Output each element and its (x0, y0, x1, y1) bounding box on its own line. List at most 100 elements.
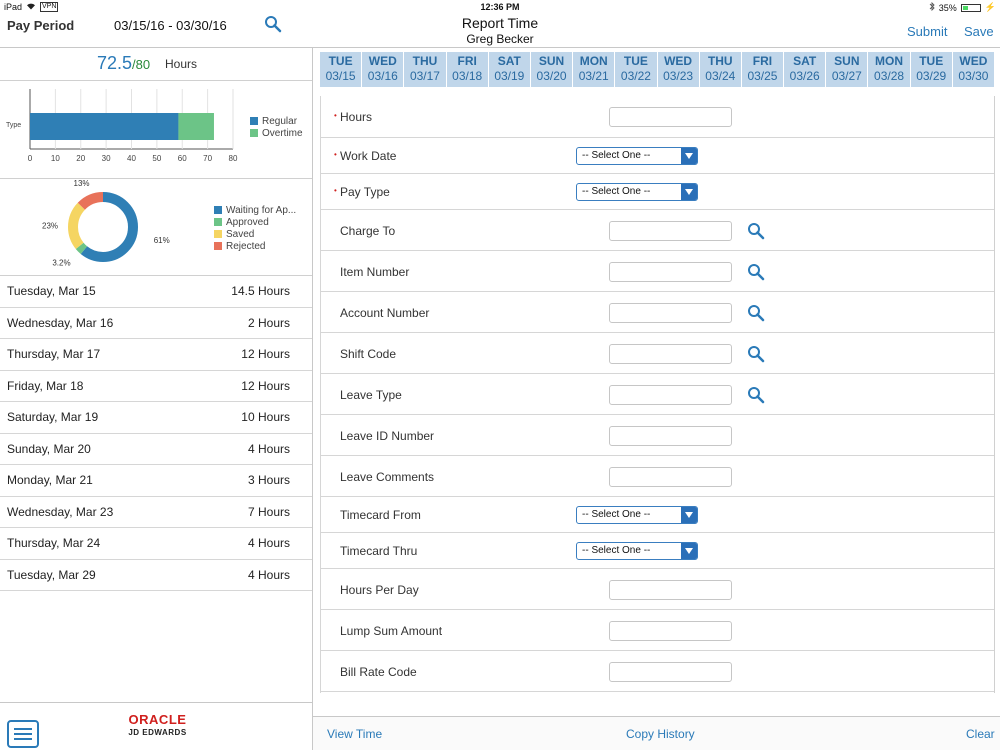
legend-swatch (250, 129, 258, 137)
timecard-thru-select[interactable]: -- Select One -- (576, 542, 698, 560)
day-hours: 2 Hours (247, 315, 290, 330)
leave-type-input[interactable] (609, 384, 732, 405)
clear-button[interactable]: Clear (966, 727, 995, 741)
day-name: Saturday, Mar 19 (7, 410, 99, 424)
search-icon[interactable] (747, 304, 765, 322)
x-tick-label: 10 (51, 154, 60, 163)
day-row[interactable]: Thursday, Mar 17 12 Hours (0, 339, 312, 371)
leave-comments-label: Leave Comments (340, 469, 435, 484)
date-cell-weekday: MON (875, 54, 904, 68)
day-name: Tuesday, Mar 15 (7, 284, 96, 298)
hours-input[interactable] (609, 107, 732, 127)
bar-regular (30, 113, 179, 140)
date-cell[interactable]: SAT 03/19 (488, 52, 530, 87)
bill-rate-code-input[interactable] (609, 661, 732, 682)
date-cell-weekday: FRI (752, 54, 773, 68)
page-title: Report Time (461, 15, 539, 31)
required-marker: • (334, 111, 337, 120)
date-cell[interactable]: THU 03/17 (404, 52, 446, 87)
day-row[interactable]: Tuesday, Mar 29 4 Hours (0, 560, 312, 591)
battery-percent: 35% (938, 2, 957, 13)
legend-swatch (214, 230, 222, 238)
day-row[interactable]: Monday, Mar 21 3 Hours (0, 465, 312, 497)
search-icon[interactable] (747, 345, 765, 363)
search-icon[interactable] (264, 15, 282, 33)
save-button[interactable]: Save (964, 24, 994, 39)
shift-code-label: Shift Code (340, 346, 397, 361)
day-row[interactable]: Friday, Mar 18 12 Hours (0, 371, 312, 402)
shift-code-input[interactable] (609, 343, 732, 364)
submit-button[interactable]: Submit (907, 24, 947, 39)
date-cell-weekday: WED (959, 54, 988, 68)
charge-to-input[interactable] (609, 220, 732, 241)
date-cell[interactable]: TUE 03/22 (615, 52, 657, 87)
date-cell[interactable]: TUE 03/29 (910, 52, 952, 87)
day-row[interactable]: Wednesday, Mar 23 7 Hours (0, 497, 312, 528)
date-cell[interactable]: WED 03/30 (952, 52, 994, 87)
timecard-from-select[interactable]: -- Select One -- (576, 506, 698, 524)
day-row[interactable]: Sunday, Mar 20 4 Hours (0, 434, 312, 465)
date-cell[interactable]: FRI 03/25 (741, 52, 784, 87)
hours-per-day-input[interactable] (609, 579, 732, 600)
status-bar: iPad VPN 12:36 PM 35% ⚡ (0, 0, 1000, 14)
leave-type-label: Leave Type (340, 387, 402, 402)
view-time-button[interactable]: View Time (327, 727, 382, 741)
item-number-input[interactable] (609, 261, 732, 282)
legend-label: Approved (226, 216, 269, 228)
employee-name: Greg Becker (466, 32, 534, 46)
date-cell[interactable]: WED 03/23 (657, 52, 699, 87)
form-row-item-number: Item Number (321, 251, 995, 292)
date-cell-date: 03/15 (325, 69, 356, 83)
leave-id-number-input[interactable] (609, 425, 732, 446)
form-row-bill-rate-code: Bill Rate Code (321, 651, 995, 692)
date-cell[interactable]: MON 03/21 (573, 52, 615, 87)
date-cell-weekday: THU (707, 54, 733, 68)
day-row[interactable]: Thursday, Mar 24 4 Hours (0, 528, 312, 560)
search-icon[interactable] (747, 263, 765, 281)
date-cell[interactable]: THU 03/24 (699, 52, 741, 87)
copy-history-button[interactable]: Copy History (626, 727, 695, 741)
x-tick-label: 40 (127, 154, 136, 163)
lump-sum-amount-input[interactable] (609, 620, 732, 641)
legend-label: Overtime (262, 127, 303, 139)
select-value: -- Select One -- (582, 509, 651, 520)
date-cell-date: 03/17 (409, 69, 440, 83)
menu-icon[interactable] (7, 720, 39, 748)
date-cell[interactable]: FRI 03/18 (446, 52, 488, 87)
form-row-timecard-thru: Timecard Thru -- Select One -- (321, 533, 995, 569)
search-icon[interactable] (747, 386, 765, 404)
date-cell[interactable]: TUE 03/15 (320, 52, 362, 87)
day-row[interactable]: Tuesday, Mar 15 14.5 Hours (0, 276, 312, 308)
x-tick-label: 70 (203, 154, 212, 163)
pay-type-select[interactable]: -- Select One -- (576, 183, 698, 201)
date-cell[interactable]: SUN 03/20 (530, 52, 573, 87)
search-icon[interactable] (747, 222, 765, 240)
day-row[interactable]: Saturday, Mar 19 10 Hours (0, 402, 312, 434)
item-number-label: Item Number (340, 264, 410, 279)
legend-item: Overtime (250, 127, 303, 139)
date-cell-date: 03/16 (367, 69, 398, 83)
form-row-shift-code: Shift Code (321, 333, 995, 374)
day-row[interactable]: Wednesday, Mar 16 2 Hours (0, 308, 312, 339)
y-category-label: Type (6, 122, 21, 129)
date-cell-date: 03/20 (536, 69, 567, 83)
date-cell[interactable]: SAT 03/26 (784, 52, 826, 87)
required-marker: • (334, 186, 337, 195)
date-cell-date: 03/23 (663, 69, 694, 83)
legend-label: Saved (226, 228, 255, 240)
legend-swatch (250, 117, 258, 125)
form-row-leave-comments: Leave Comments (321, 456, 995, 497)
date-cell[interactable]: MON 03/28 (868, 52, 910, 87)
date-cell[interactable]: WED 03/16 (362, 52, 404, 87)
date-cell-weekday: SAT (793, 54, 817, 68)
day-name: Thursday, Mar 17 (7, 347, 101, 361)
jd-edwards-wordmark: JD EDWARDS (128, 728, 187, 737)
account-number-input[interactable] (609, 302, 732, 323)
chevron-down-icon (681, 543, 697, 559)
date-cell[interactable]: SUN 03/27 (826, 52, 868, 87)
form-row-timecard-from: Timecard From -- Select One -- (321, 497, 995, 533)
leave-comments-input[interactable] (609, 466, 732, 487)
work-date-select[interactable]: -- Select One -- (576, 147, 698, 165)
account-number-label: Account Number (340, 305, 430, 320)
required-marker: • (334, 150, 337, 159)
